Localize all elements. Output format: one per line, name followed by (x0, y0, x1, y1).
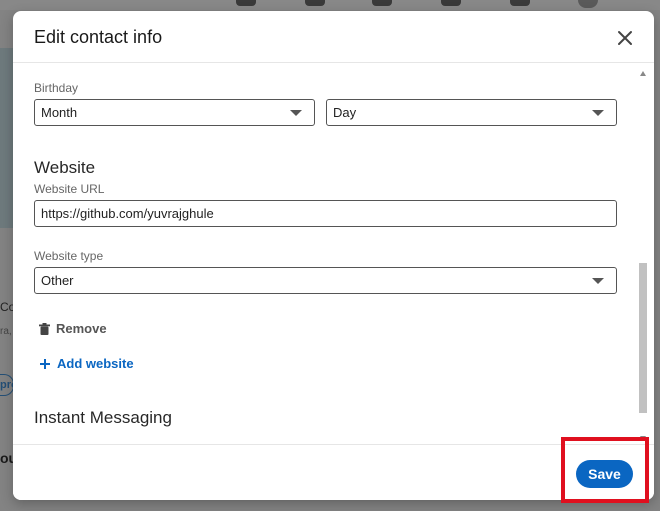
plus-icon (40, 358, 50, 369)
close-button[interactable] (610, 23, 640, 53)
scrollbar[interactable] (638, 71, 648, 441)
instant-messaging-heading: Instant Messaging (34, 408, 172, 427)
remove-label: Remove (56, 321, 107, 336)
website-heading: Website (34, 158, 96, 177)
modal-footer: Save (13, 444, 654, 500)
website-type-value: Other (41, 273, 74, 288)
website-url-input[interactable]: https://github.com/yuvrajghule (34, 200, 617, 227)
background-profile-card (0, 48, 14, 228)
birthday-month-value: Month (41, 105, 78, 120)
edit-contact-info-modal: Edit contact info Birthday Month Day Web… (13, 11, 654, 500)
chevron-down-icon (592, 110, 604, 116)
add-website-label: Add website (57, 356, 134, 371)
birthday-month-select[interactable]: Month (34, 99, 315, 126)
scroll-down-icon[interactable] (640, 436, 646, 441)
home-icon (236, 0, 256, 6)
messaging-icon (441, 0, 461, 6)
website-url-label: Website URL (34, 182, 105, 196)
background-topbar (0, 0, 660, 10)
birthday-day-value: Day (333, 105, 357, 120)
background-button: pro (0, 374, 14, 396)
trash-icon (39, 322, 50, 335)
scrollbar-thumb[interactable] (639, 263, 647, 413)
scroll-up-icon[interactable] (640, 71, 646, 76)
notifications-icon (510, 0, 530, 6)
chevron-down-icon (592, 278, 604, 284)
modal-header: Edit contact info (13, 11, 654, 63)
add-website-button[interactable]: Add website (39, 356, 134, 371)
chevron-down-icon (290, 110, 302, 116)
birthday-day-select[interactable]: Day (326, 99, 617, 126)
website-type-select[interactable]: Other (34, 267, 617, 294)
save-button[interactable]: Save (576, 460, 633, 488)
remove-website-button[interactable]: Remove (39, 321, 107, 336)
modal-title: Edit contact info (34, 27, 163, 47)
close-icon (618, 31, 632, 45)
birthday-label: Birthday (34, 81, 79, 95)
network-icon (305, 0, 325, 6)
jobs-icon (372, 0, 392, 6)
background-text: ra, (0, 326, 12, 337)
website-type-label: Website type (34, 249, 104, 263)
modal-body: Birthday Month Day Website Website URL h… (13, 64, 654, 444)
